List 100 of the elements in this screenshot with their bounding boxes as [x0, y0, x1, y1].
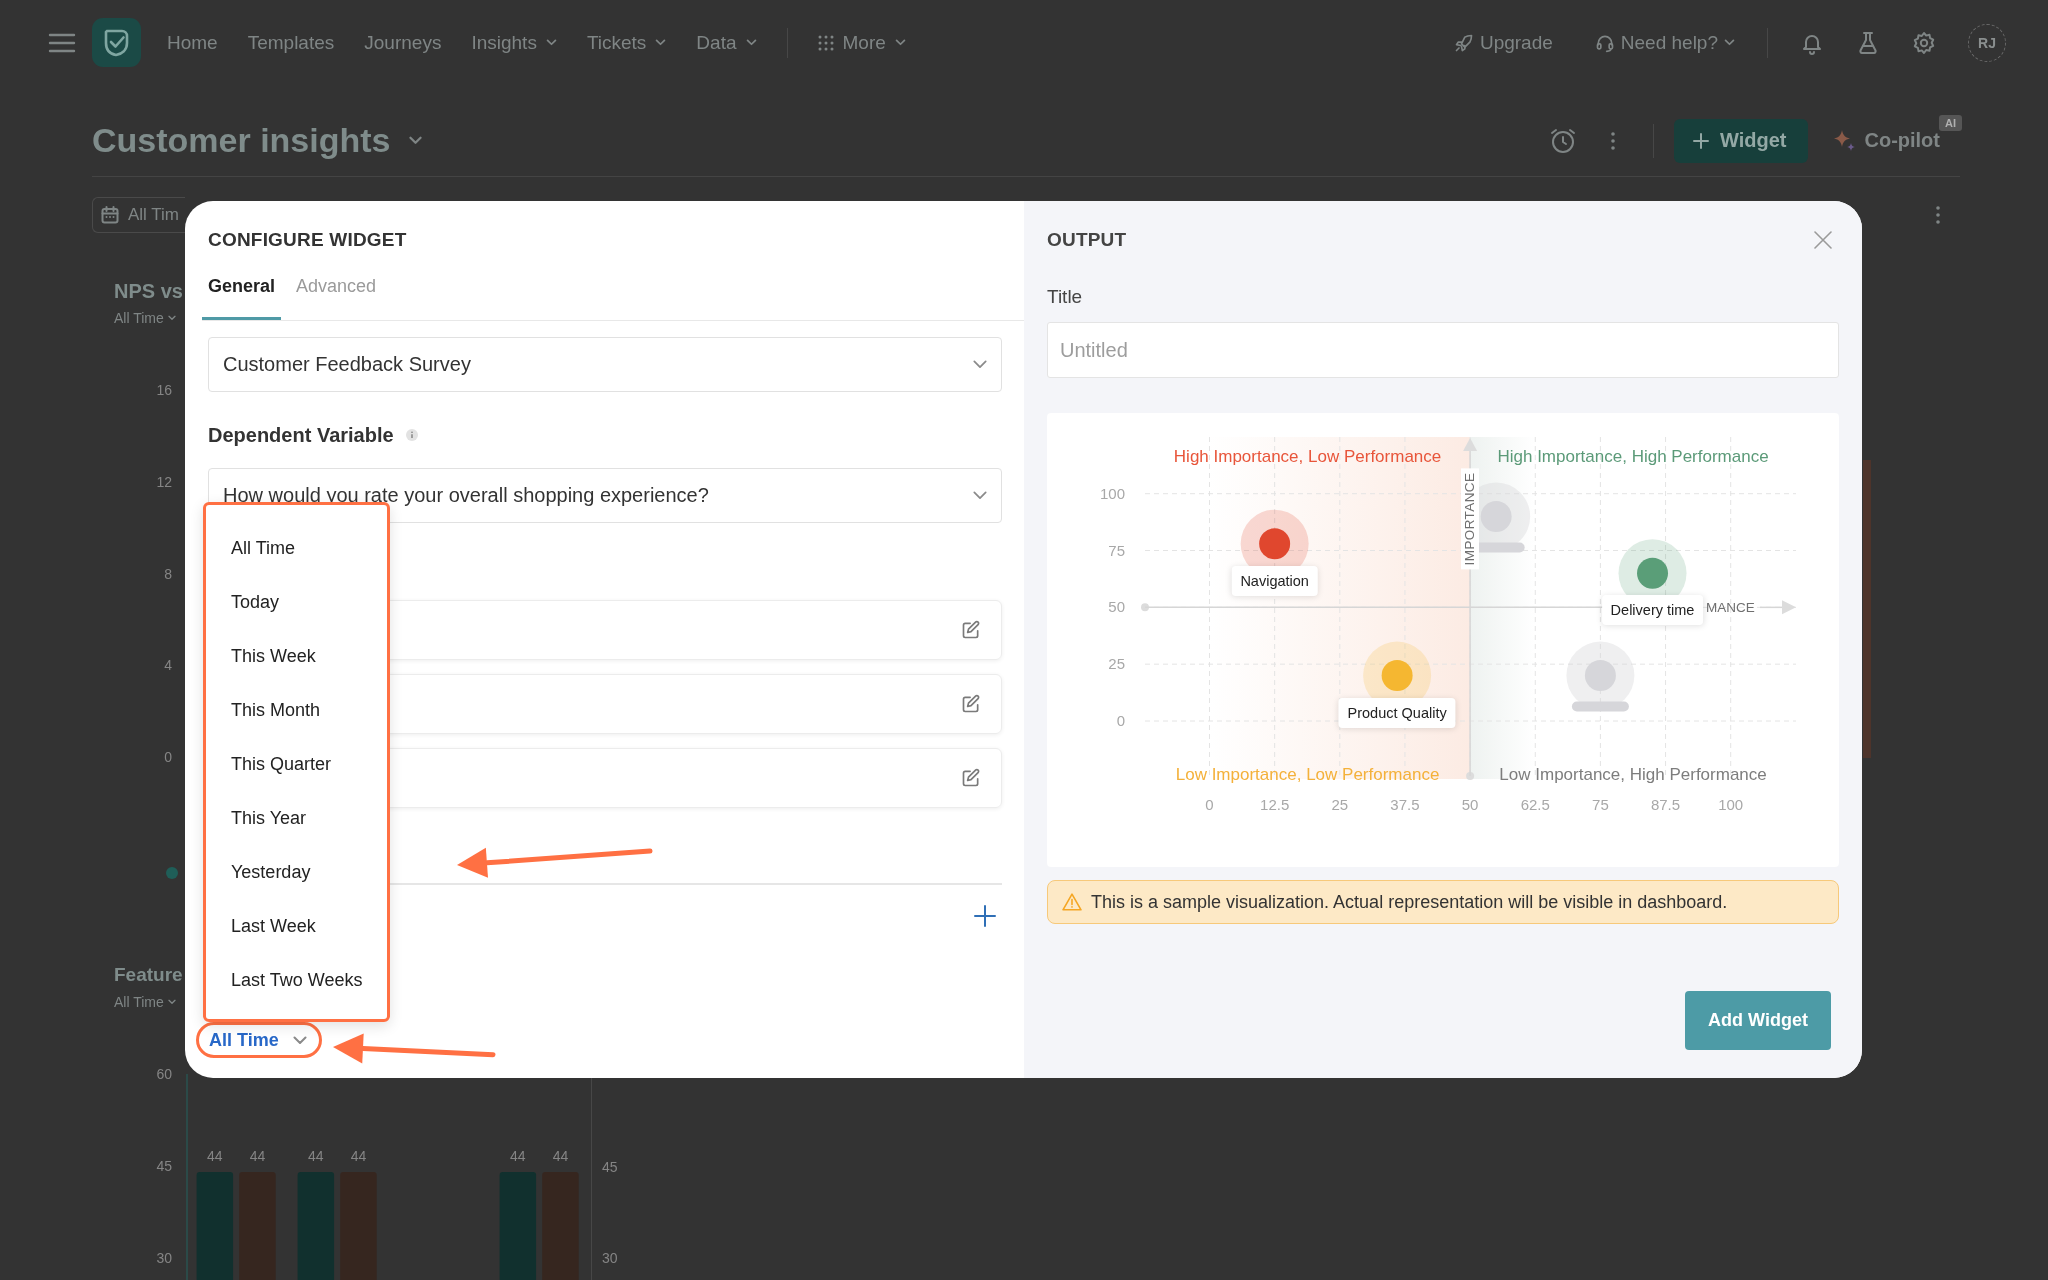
ai-badge: AI — [1939, 115, 1962, 131]
nav-link[interactable]: Home — [167, 31, 218, 54]
quadrant-label: Low Importance, High Performance — [1499, 765, 1767, 784]
tick-label: 0 — [1205, 796, 1214, 813]
settings-icon[interactable] — [1912, 30, 1936, 55]
point-label: Product Quality — [1338, 697, 1456, 728]
warning-icon — [1062, 893, 1082, 911]
chevron-down-icon[interactable] — [973, 491, 987, 500]
tick-label: 87.5 — [1650, 796, 1681, 813]
date-filter[interactable]: All Tim — [92, 197, 185, 233]
edit-icon[interactable] — [961, 620, 981, 640]
close-icon[interactable] — [1814, 231, 1832, 249]
period-dropdown[interactable]: All Time — [114, 993, 176, 1011]
info-icon[interactable] — [405, 429, 418, 441]
data-label: 44 — [552, 1148, 569, 1164]
tick-label: 100 — [1099, 484, 1125, 502]
survey-select[interactable]: Customer Feedback Survey — [208, 337, 1002, 392]
menu-item[interactable]: Yesterday — [206, 845, 387, 899]
axis-tick: 30 — [602, 1249, 618, 1267]
menu-item[interactable]: This Week — [206, 629, 387, 683]
field-label: Dependent Variable — [208, 423, 394, 447]
tab[interactable]: Advanced — [290, 275, 383, 320]
notice-text: This is a sample visualization. Actual representation will be visible in dashboard. — [1091, 891, 1728, 913]
menu-item[interactable]: This Year — [206, 791, 387, 845]
caret-icon — [1724, 39, 1735, 46]
chevron-down-icon[interactable] — [973, 360, 987, 369]
sparkle-icon — [1833, 129, 1856, 152]
edit-icon[interactable] — [961, 694, 981, 714]
point-label: Navigation — [1231, 565, 1318, 596]
caret-icon — [655, 39, 667, 46]
flask-icon[interactable] — [1856, 30, 1880, 55]
axis-tick: 8 — [163, 564, 172, 583]
caret-icon[interactable] — [408, 136, 424, 145]
rocket-icon — [1453, 32, 1474, 53]
logo-icon[interactable] — [92, 18, 141, 67]
nav-link[interactable]: Templates — [247, 31, 335, 54]
grid-icon — [817, 34, 834, 51]
add-widget-button[interactable]: Widget — [1674, 118, 1809, 163]
tick-label: 0 — [1116, 712, 1125, 729]
card-title: NPS vs — [114, 279, 183, 303]
card-title: Feature — [114, 963, 183, 987]
tick-label: 50 — [1461, 796, 1479, 813]
add-widget-button[interactable]: Add Widget — [1685, 991, 1831, 1050]
tick-label: 25 — [1108, 655, 1125, 673]
caret-icon — [894, 39, 906, 46]
axis-tick: 4 — [163, 656, 172, 675]
nav-link[interactable]: Tickets — [586, 31, 667, 54]
nav-link[interactable]: Insights — [471, 31, 557, 54]
menu-item[interactable]: All Time — [206, 521, 387, 575]
axis-tick: 45 — [602, 1157, 618, 1176]
data-label: 44 — [249, 1148, 266, 1164]
axis-tick: 0 — [163, 748, 172, 766]
caret-icon — [292, 1036, 307, 1044]
tick-label: 12.5 — [1260, 796, 1290, 813]
plus-icon[interactable] — [974, 905, 996, 927]
menu-item[interactable]: Last Week — [206, 899, 387, 953]
axis-tick: 60 — [156, 1066, 172, 1083]
panel-heading: OUTPUT — [1047, 228, 1127, 252]
caret-icon — [167, 999, 176, 1005]
axis-title: MANCE — [1706, 600, 1755, 616]
copilot-button[interactable]: Co-pilot — [1833, 129, 1940, 152]
tick-label: 50 — [1108, 598, 1125, 616]
quadrant-label: High Importance, Low Performance — [1173, 447, 1442, 466]
tab[interactable]: General — [202, 275, 282, 320]
caret-icon — [545, 39, 557, 46]
alarm-clock-icon[interactable] — [1549, 126, 1577, 155]
tick-label: 37.5 — [1390, 796, 1420, 813]
data-label: 44 — [350, 1148, 367, 1164]
menu-item[interactable]: Last Two Weeks — [206, 953, 387, 1007]
tick-label: 25 — [1331, 796, 1349, 813]
axis-tick: 16 — [155, 381, 172, 399]
dialog-heading: CONFIGURE WIDGET — [208, 228, 408, 252]
more-options-icon[interactable] — [1936, 206, 1940, 224]
menu-item[interactable]: This Month — [206, 683, 387, 737]
menu-icon[interactable] — [48, 32, 76, 53]
axis-tick: 30 — [156, 1249, 172, 1266]
period-dropdown[interactable]: All Time — [114, 309, 176, 327]
nav-link[interactable]: Journeys — [364, 31, 442, 54]
title-input[interactable]: Untitled — [1047, 322, 1839, 378]
tick-label: 75 — [1592, 796, 1609, 813]
nav-link[interactable]: Data — [696, 31, 757, 54]
quadrant-label: Low Importance, Low Performance — [1175, 765, 1440, 784]
page-title: Customer insights — [92, 121, 391, 160]
field-label: Title — [1047, 286, 1083, 308]
data-label: 44 — [308, 1148, 324, 1164]
tick-label: 62.5 — [1520, 796, 1550, 813]
legend-dot-icon — [166, 867, 178, 879]
point-label: Delivery time — [1601, 595, 1704, 626]
axis-tick: 12 — [155, 472, 172, 491]
more-options-icon[interactable] — [1611, 131, 1615, 150]
help-menu[interactable]: Need help? — [1594, 31, 1735, 54]
quadrant-label: High Importance, High Performance — [1497, 447, 1769, 466]
menu-item[interactable]: Today — [206, 575, 387, 629]
upgrade-link[interactable]: Upgrade — [1453, 31, 1553, 54]
tick-label: 100 — [1718, 796, 1744, 813]
axis-tick: 45 — [156, 1157, 172, 1174]
edit-icon[interactable] — [961, 768, 981, 788]
nav-link[interactable]: More — [817, 31, 906, 54]
menu-item[interactable]: This Quarter — [206, 737, 387, 791]
data-label: 44 — [510, 1148, 526, 1164]
